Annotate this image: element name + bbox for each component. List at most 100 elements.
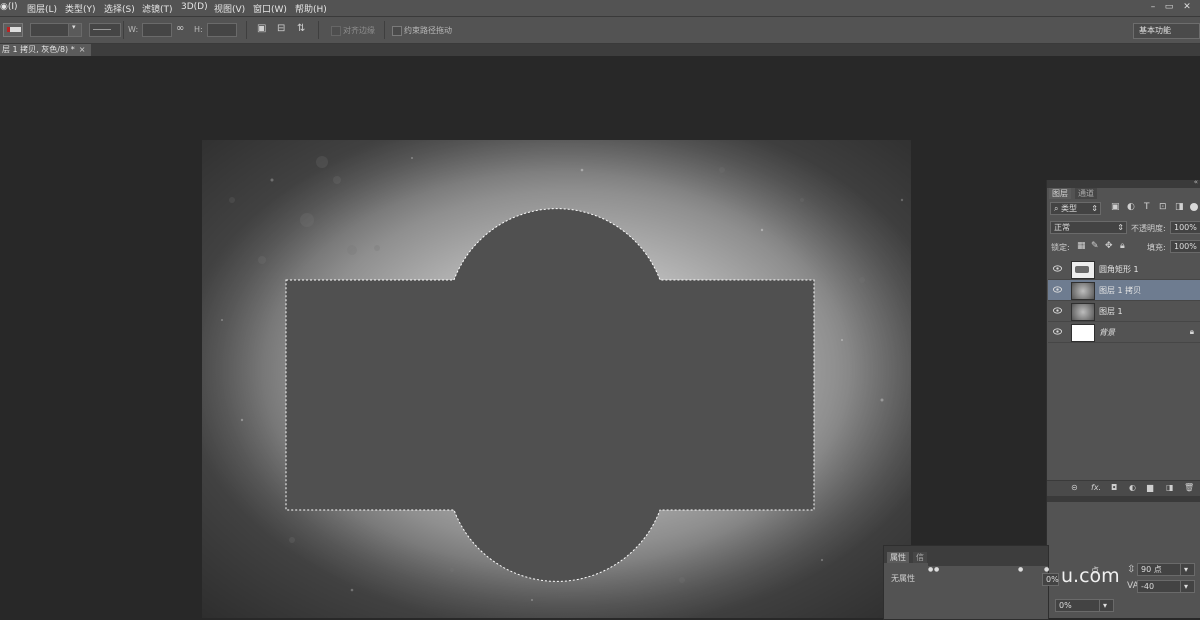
document-tab-bar [0,44,1200,56]
blend-mode-select[interactable]: 正常 ⇕ [1050,221,1127,234]
layer-thumbnail [1071,261,1095,279]
eye-icon[interactable] [1053,307,1062,314]
minimize-button[interactable]: – [1146,1,1160,13]
lock-all-icon[interactable]: 🔒︎ [1120,241,1125,251]
fx-icon[interactable]: fx. [1091,483,1101,492]
lock-pixels-icon[interactable]: ✎ [1091,241,1099,251]
scale-dropdown[interactable]: ▾ [1099,599,1114,612]
separator [246,21,247,39]
close-tab-icon[interactable]: × [79,45,86,54]
new-layer-icon[interactable]: ◨ [1166,483,1174,492]
eye-icon[interactable] [1053,265,1062,272]
layer-thumbnail [1071,282,1095,300]
path-arrangement-icon[interactable]: ⇅ [297,23,305,34]
menu-item-window[interactable]: 窗口(W) [253,2,287,15]
layer-filter-select[interactable]: ⌕ 类型 ⇕ [1050,202,1101,215]
layer-thumbnail [1071,303,1095,321]
leading-input[interactable]: 90 点 [1137,563,1182,576]
watermark-text: u.com [1061,565,1120,587]
layer-row-background[interactable]: 背景 🔒︎ [1048,322,1200,343]
menu-bar: ◉(I) 图层(L) 类型(Y) 选择(S) 滤镜(T) 3D(D) 视图(V)… [0,0,1200,17]
menu-item-view[interactable]: 视图(V) [214,2,245,15]
document-tab[interactable]: 层 1 拷贝, 灰色/8) * × [0,44,92,56]
fill-swatch[interactable] [30,23,70,37]
eye-icon[interactable] [1053,328,1062,335]
layer-row-selected[interactable]: 图层 1 拷贝 [1048,280,1200,301]
lock-icon: 🔒︎ [1189,327,1194,336]
layer-name: 背景 [1099,328,1115,337]
tab-info[interactable]: 信 [913,552,927,563]
filter-pixel-icon[interactable]: ▣ [1111,202,1120,212]
workspace-switcher[interactable]: 基本功能 [1133,23,1200,39]
layer-thumbnail [1071,324,1095,342]
tab-channels[interactable]: 通道 [1075,188,1097,199]
properties-tab-bar: 属性 信 [884,546,1048,563]
filter-adjustment-icon[interactable]: ◐ [1127,202,1135,212]
separator [123,21,124,39]
height-input[interactable] [207,23,237,37]
folder-icon[interactable]: ▆ [1147,483,1153,492]
layer-row[interactable]: 圆角矩形 1 [1048,259,1200,280]
filter-smart-object-icon[interactable]: ◨ [1175,202,1184,212]
layers-panel-footer: ⊝ fx. ◘ ◐ ▆ ◨ 🗑 [1047,480,1200,497]
tool-preset-picker[interactable] [3,23,23,37]
trash-icon[interactable]: 🗑 [1184,483,1194,492]
leading-icon: ⇳ [1127,564,1136,575]
filter-type-icon[interactable]: T [1144,202,1150,212]
tab-properties[interactable]: 属性 [887,552,909,563]
constrain-path-checkbox[interactable] [392,26,402,36]
lock-transparency-icon[interactable]: ▦ [1077,241,1086,251]
align-edges-label: 对齐边缘 [343,26,375,35]
path-alignment-icon[interactable]: ⊟ [277,23,285,34]
restore-button[interactable]: ▭ [1162,1,1176,13]
leading-dropdown[interactable]: ▾ [1180,563,1195,576]
fill-label: 填充: [1147,243,1166,252]
width-label: W: [128,25,139,34]
close-window-button[interactable]: ✕ [1180,1,1194,13]
lock-position-icon[interactable]: ✥ [1105,241,1113,251]
path-operations-icon[interactable]: ▣ [257,23,266,34]
align-edges-checkbox[interactable] [331,26,341,36]
filter-toggle[interactable] [1190,203,1198,211]
collapse-panel-icon[interactable]: « [1194,178,1198,186]
fill-dropdown[interactable]: ▾ [68,23,82,37]
menu-item-type[interactable]: 类型(Y) [65,2,96,15]
height-label: H: [194,25,203,34]
search-icon: ⌕ [1054,204,1062,213]
chevron-down-icon: ▾ [1184,565,1189,574]
opacity-label: 不透明度: [1131,224,1166,233]
menu-item-3d[interactable]: 3D(D) [181,2,208,12]
eye-icon[interactable] [1053,286,1062,293]
separator [318,21,319,39]
tracking-dropdown[interactable]: ▾ [1180,580,1195,593]
menu-item-help[interactable]: 帮助(H) [295,2,327,15]
lock-label: 锁定: [1051,243,1070,252]
link-dimensions-icon[interactable]: ∞ [176,23,184,34]
document-title: 层 1 拷贝, 灰色/8) * [2,45,75,54]
tracking-input[interactable]: -40 [1137,580,1182,593]
tab-layers[interactable]: 图层 [1049,188,1071,199]
link-icon[interactable]: ⊝ [1071,483,1078,492]
separator [384,21,385,39]
stroke-type[interactable] [89,23,121,37]
menu-item-filter[interactable]: 滤镜(T) [142,2,173,15]
chevron-down-icon: ▾ [72,23,76,31]
blend-mode-value: 正常 [1054,223,1070,232]
menu-item-layer[interactable]: 图层(L) [27,2,57,15]
properties-panel: 属性 信 ● ● ● ● 无属性 0% [883,545,1059,620]
width-input[interactable] [142,23,172,37]
menu-item-select[interactable]: 选择(S) [104,2,135,15]
menu-item-image[interactable]: ◉(I) [0,2,18,12]
scale-input[interactable]: 0% [1055,599,1102,612]
scale-partial-field[interactable]: 0% [1042,573,1059,586]
filter-shape-icon[interactable]: ⊡ [1159,202,1167,212]
handle-dot: ● [928,566,934,573]
document-canvas[interactable] [202,140,911,618]
adjustment-icon[interactable]: ◐ [1129,483,1136,492]
fill-input[interactable]: 100% [1170,240,1200,253]
layer-row[interactable]: 图层 1 [1048,301,1200,322]
stroke-line-icon [93,29,111,30]
mask-icon[interactable]: ◘ [1111,483,1117,492]
opacity-input[interactable]: 100% [1170,221,1200,234]
options-bar: ▾ W: ∞ H: ▣ ⊟ ⇅ 对齐边缘 约束路径拖动 [0,17,1200,44]
